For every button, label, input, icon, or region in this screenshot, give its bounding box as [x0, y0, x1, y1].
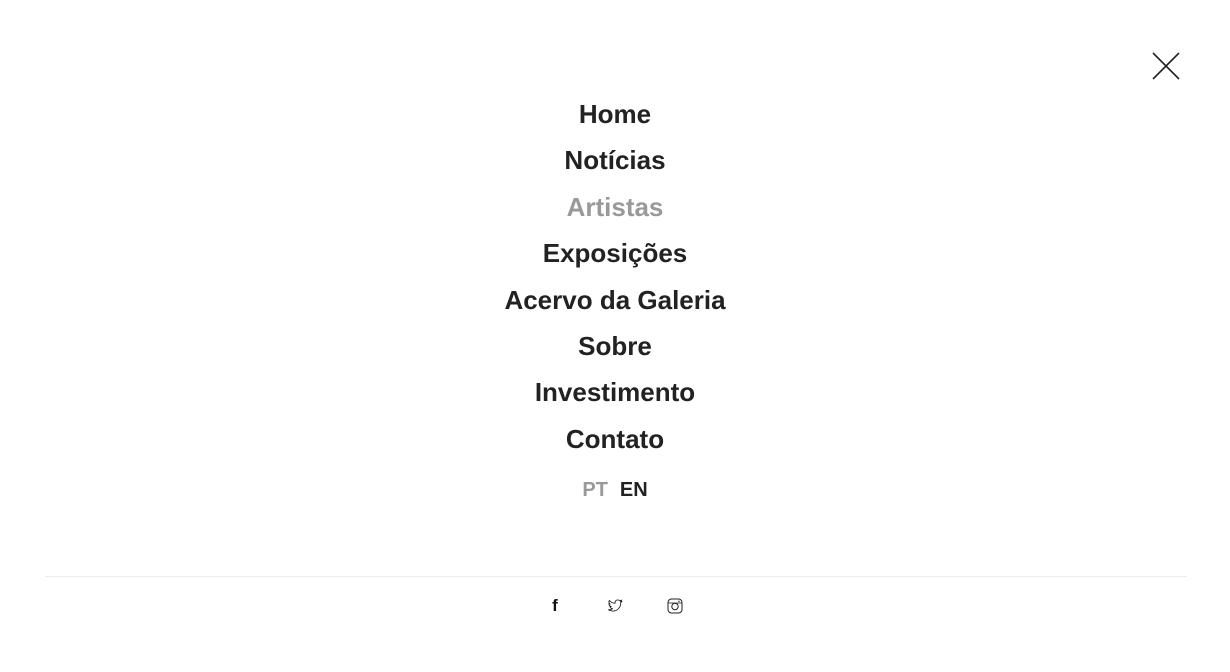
menu-item-exposicoes[interactable]: Exposições	[0, 230, 1230, 276]
close-icon	[1152, 52, 1180, 80]
facebook-link[interactable]: f	[547, 596, 563, 616]
social-links: f	[0, 596, 1230, 616]
menu-item-home[interactable]: Home	[0, 91, 1230, 137]
menu-overlay: Home Notícias Artistas Exposições Acervo…	[0, 0, 1230, 672]
instagram-icon	[667, 598, 683, 614]
menu-item-contato[interactable]: Contato	[0, 416, 1230, 462]
menu-item-acervo-da-galeria[interactable]: Acervo da Galeria	[0, 277, 1230, 323]
language-pt-link[interactable]: PT	[582, 479, 608, 501]
twitter-link[interactable]	[607, 596, 623, 616]
footer-divider	[45, 576, 1187, 577]
language-en-link[interactable]: EN	[620, 479, 648, 501]
menu-item-sobre[interactable]: Sobre	[0, 323, 1230, 369]
language-switcher: PT EN	[0, 478, 1230, 502]
menu-item-investimento[interactable]: Investimento	[0, 369, 1230, 415]
twitter-icon	[607, 599, 623, 612]
menu-item-noticias[interactable]: Notícias	[0, 137, 1230, 183]
main-menu: Home Notícias Artistas Exposições Acervo…	[0, 91, 1230, 462]
close-button[interactable]	[1150, 50, 1182, 82]
facebook-icon: f	[552, 596, 558, 615]
menu-item-artistas[interactable]: Artistas	[0, 184, 1230, 230]
instagram-link[interactable]	[667, 596, 683, 616]
